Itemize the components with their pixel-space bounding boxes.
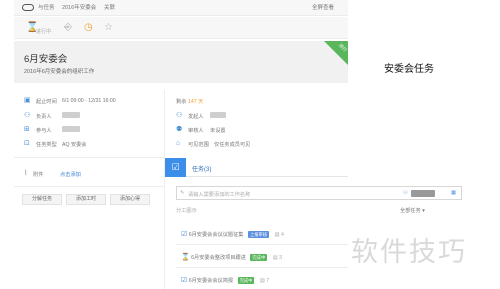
date-range-label: 起止时间 (36, 99, 57, 105)
people-icon: ⚉ (176, 126, 183, 133)
grid-icon: ⊡ (24, 140, 30, 147)
reviewer-value[interactable]: 未设置 (210, 127, 226, 134)
exit-icon[interactable]: ⎆ (64, 22, 72, 34)
check-square-icon: ☑ (165, 158, 186, 177)
comment-icon: ▤ (259, 278, 265, 284)
add-attachment-link[interactable]: 点击添加 (60, 171, 81, 178)
task-count: 4 (280, 232, 284, 238)
task-status-badge: 完成中 (250, 254, 268, 261)
status-ribbon: 进行 (324, 41, 348, 65)
divider (14, 157, 164, 158)
group-label: 分工图示 (176, 208, 197, 214)
task-header: 6月安委会 2016年6月安委会的组织工作 (14, 41, 348, 83)
task-name[interactable]: 6月安委会会议议题征集 (189, 232, 244, 238)
status-label: 进行中 (36, 29, 52, 35)
task-count: 3 (279, 255, 282, 261)
visibility-label: 可见范围 (188, 142, 209, 148)
person-icon: ⚇ (176, 112, 183, 119)
task-count: 7 (266, 278, 270, 284)
fullscreen-button[interactable]: 全屏查看 (312, 3, 334, 11)
initiator-value (210, 112, 226, 118)
column-divider (164, 90, 165, 289)
date-range-value[interactable]: 6/1 09:00 - 12/31 16:00 (62, 98, 116, 104)
new-task-placeholder: 请输入需要添加的工作名称 (188, 192, 251, 198)
new-task-input[interactable]: ✎ 请输入需要添加的工作名称 ⚇ ▦ (176, 186, 462, 200)
attachment-label: 附件 (33, 172, 44, 178)
tasks-panel-title: 任务(3) (192, 167, 212, 173)
participants-label: 参与人 (36, 128, 52, 134)
calendar-icon[interactable]: ▦ (451, 190, 456, 196)
plus-square-icon[interactable]: ⊞ (24, 126, 30, 134)
owner-label: 负责人 (36, 114, 52, 120)
watermark: 软件技巧 (351, 237, 467, 267)
side-caption: 安委会任务 (384, 64, 434, 75)
divider (14, 186, 164, 187)
calendar-icon: ▣ (24, 97, 31, 104)
check-square-icon[interactable]: ☑ (181, 277, 187, 284)
task-status-badge: 上报审核 (247, 231, 270, 238)
task-type-label: 任务类型 (36, 142, 57, 148)
task-row[interactable]: ☑ 6月安委会会议议题征集 上报审核 ▤ 4 (181, 230, 284, 238)
add-notes-button[interactable]: 添加心得 (110, 194, 150, 205)
top-bar: 与任务 2016年安委会 关联 全屏查看 (14, 0, 348, 16)
page-title: 6月安委会 (24, 54, 68, 65)
assignee-value[interactable] (411, 190, 435, 197)
clock-icon[interactable]: ◷ (84, 22, 93, 34)
breadcrumb-root[interactable]: 与任务 (38, 3, 55, 11)
toolbar: ⌛ 进行中 ⎆ ◷ ☆ (14, 17, 348, 39)
link-logo-icon (22, 4, 34, 11)
owner-value[interactable] (62, 112, 80, 118)
edit-icon: ✎ (180, 190, 185, 196)
remaining-label: 剩余 (176, 99, 187, 105)
breadcrumb-project[interactable]: 2016年安委会 (62, 3, 96, 11)
hourglass-icon: ⌛ (181, 254, 190, 261)
check-square-icon[interactable]: ☑ (181, 231, 187, 238)
divider (176, 244, 348, 245)
task-row[interactable]: ⌛ 6月安委会整改项目跟进 完成中 ▤ 3 (181, 253, 282, 261)
task-name[interactable]: 6月安委会整改项目跟进 (191, 255, 246, 261)
lock-icon: ⌂ (176, 140, 181, 147)
visibility-value[interactable]: 仅任务成员可见 (214, 141, 250, 148)
initiator-label: 发起人 (188, 114, 204, 120)
task-row[interactable]: ☑ 6月安委会会议简报 完成中 ▤ 7 (181, 276, 269, 284)
star-icon[interactable]: ☆ (104, 22, 113, 34)
split-task-button[interactable]: 分解任务 (22, 194, 62, 205)
add-hours-button[interactable]: 添加工时 (66, 194, 106, 205)
task-status-badge: 完成中 (237, 277, 255, 284)
remaining-value: 147 天 (188, 99, 204, 105)
page-subtitle: 2016年6月安委会的组织工作 (24, 69, 95, 75)
paperclip-icon: ⌇ (24, 170, 28, 177)
reviewer-label: 审核人 (188, 128, 204, 134)
filter-dropdown[interactable]: 全部任务 ▾ (400, 207, 425, 214)
breadcrumb-link[interactable]: 关联 (104, 3, 115, 11)
participants-value[interactable] (62, 126, 80, 132)
person-icon: ⚇ (24, 112, 31, 119)
divider (176, 267, 348, 268)
comment-icon: ▤ (272, 255, 278, 261)
comment-icon: ▤ (274, 232, 280, 238)
assignee-icon[interactable]: ⚇ (403, 190, 408, 196)
task-name[interactable]: 6月安委会会议简报 (189, 278, 233, 284)
task-type-value[interactable]: AQ 安委会 (62, 141, 87, 148)
